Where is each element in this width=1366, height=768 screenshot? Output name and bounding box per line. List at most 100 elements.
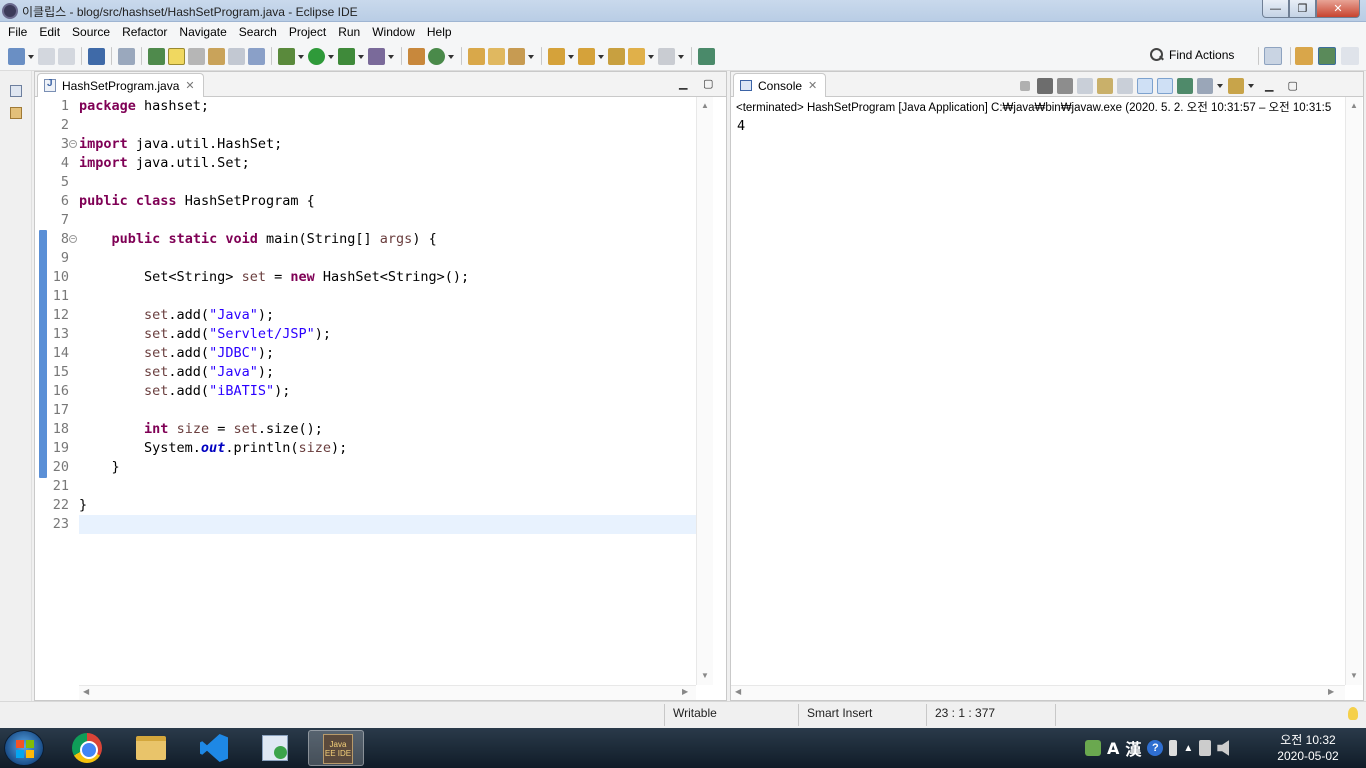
scroll-down-icon[interactable]: ▼: [701, 671, 709, 680]
code-editor[interactable]: 1 2 3−4 5 6 7 8−9 10 11 12 13 14 15 16 17 18 19 20 21 22 23 …: [35, 97, 726, 685]
code-line[interactable]: set.add("Servlet/JSP");: [79, 325, 331, 344]
debug-launch-icon[interactable]: [148, 47, 165, 65]
new-icon[interactable]: [8, 47, 25, 65]
open-console-icon[interactable]: [88, 47, 105, 65]
back-dropdown-icon[interactable]: [648, 48, 655, 65]
restore-icon[interactable]: [10, 85, 22, 97]
external-tools-icon[interactable]: [368, 47, 385, 65]
minimize-panel-icon[interactable]: ▁: [679, 77, 687, 90]
save-icon[interactable]: [38, 47, 55, 65]
search-dropdown-icon[interactable]: [528, 48, 535, 65]
code-line[interactable]: set.add("Java");: [79, 306, 274, 325]
show-whitespace-icon[interactable]: [228, 47, 245, 65]
debug-perspective-icon[interactable]: [1341, 47, 1359, 65]
code-line[interactable]: set.add("Java");: [79, 363, 274, 382]
ime-options-icon[interactable]: [1169, 740, 1178, 756]
remove-launch-icon[interactable]: [1037, 77, 1053, 94]
coverage-icon[interactable]: [338, 47, 355, 65]
remove-all-terminated-icon[interactable]: [1057, 77, 1073, 94]
code-line[interactable]: int size = set.size();: [79, 420, 323, 439]
open-perspective-icon[interactable]: [1264, 47, 1282, 65]
skip-breakpoints-icon[interactable]: [118, 47, 135, 65]
menu-window[interactable]: Window: [366, 25, 421, 39]
clear-console-icon[interactable]: [1077, 77, 1093, 94]
menu-search[interactable]: Search: [233, 25, 283, 39]
package-explorer-icon[interactable]: [10, 107, 22, 119]
code-line[interactable]: public static void main(String[] args) {: [79, 230, 437, 249]
minimize-button[interactable]: —: [1262, 0, 1289, 18]
show-on-stderr-icon[interactable]: [1157, 77, 1173, 94]
open-task-icon[interactable]: [488, 47, 505, 65]
toggle-mark-occurrences-icon[interactable]: [168, 47, 185, 65]
pin-console-icon[interactable]: [1177, 77, 1193, 94]
editor-vertical-scrollbar[interactable]: ▲ ▼: [696, 97, 713, 685]
display-console-dropdown-icon[interactable]: [1217, 77, 1224, 94]
show-hidden-icons-icon[interactable]: ▲: [1183, 743, 1193, 754]
lightbulb-icon[interactable]: [1348, 707, 1358, 720]
forward-icon[interactable]: [658, 47, 675, 65]
new-class-dropdown-icon[interactable]: [448, 48, 455, 65]
new-java-project-icon[interactable]: [408, 47, 425, 65]
volume-icon[interactable]: [1217, 740, 1230, 756]
code-line[interactable]: }: [79, 458, 120, 477]
block-selection-icon[interactable]: [208, 47, 225, 65]
word-wrap-icon[interactable]: [188, 47, 205, 65]
maximize-button[interactable]: ❐: [1289, 0, 1316, 18]
next-annotation-icon[interactable]: [548, 47, 565, 65]
menu-refactor[interactable]: Refactor: [116, 25, 173, 39]
find-actions-button[interactable]: Find Actions: [1150, 48, 1234, 62]
taskbar-app[interactable]: [246, 730, 302, 766]
menu-file[interactable]: File: [2, 25, 33, 39]
menu-run[interactable]: Run: [332, 25, 366, 39]
taskbar-vscode[interactable]: [184, 730, 240, 766]
close-console-tab-icon[interactable]: ✕: [808, 79, 817, 92]
menu-edit[interactable]: Edit: [33, 25, 66, 39]
help-icon[interactable]: ?: [1147, 740, 1164, 756]
open-console-arrow-icon[interactable]: [1248, 77, 1255, 94]
input-language-icon[interactable]: A: [1107, 739, 1119, 758]
taskbar-chrome[interactable]: [58, 730, 114, 766]
open-type-icon[interactable]: [468, 47, 485, 65]
source-code[interactable]: package hashset; import java.util.HashSet…: [79, 97, 696, 685]
maximize-console-icon[interactable]: ▢: [1287, 79, 1297, 92]
save-all-icon[interactable]: [58, 47, 75, 65]
network-map-icon[interactable]: [1085, 740, 1101, 756]
scroll-up-icon[interactable]: ▲: [1350, 101, 1358, 110]
scroll-left-icon[interactable]: ◀: [735, 687, 741, 696]
console-vertical-scrollbar[interactable]: ▲ ▼: [1345, 97, 1362, 685]
menu-source[interactable]: Source: [66, 25, 116, 39]
close-button[interactable]: ✕: [1316, 0, 1360, 18]
start-button[interactable]: [4, 730, 44, 766]
code-line[interactable]: set.add("JDBC");: [79, 344, 274, 363]
previous-annotation-dropdown-icon[interactable]: [598, 48, 605, 65]
code-line[interactable]: }: [79, 496, 87, 515]
terminate-icon[interactable]: [1020, 80, 1030, 91]
ime-mode-icon[interactable]: 漢: [1125, 736, 1141, 760]
code-line[interactable]: import java.util.HashSet;: [79, 135, 282, 154]
menu-project[interactable]: Project: [283, 25, 332, 39]
usb-device-icon[interactable]: [1199, 740, 1212, 756]
external-tools-dropdown-icon[interactable]: [388, 48, 395, 65]
console-horizontal-scrollbar[interactable]: ◀ ▶: [731, 685, 1345, 700]
taskbar-clock[interactable]: 오전 10:32 2020-05-02: [1268, 732, 1348, 764]
back-icon[interactable]: [628, 47, 645, 65]
pin-editor-icon[interactable]: [698, 47, 715, 65]
java-perspective-icon[interactable]: [1318, 47, 1336, 65]
code-line[interactable]: set.add("iBATIS");: [79, 382, 290, 401]
next-annotation-dropdown-icon[interactable]: [568, 48, 575, 65]
scroll-down-icon[interactable]: ▼: [1350, 671, 1358, 680]
minimize-console-icon[interactable]: ▁: [1265, 79, 1273, 92]
taskbar-eclipse[interactable]: Java EE IDE: [308, 730, 364, 766]
pilcrow-icon[interactable]: [248, 47, 265, 65]
search-tool-icon[interactable]: [508, 47, 525, 65]
forward-dropdown-icon[interactable]: [678, 48, 685, 65]
run-icon[interactable]: [308, 47, 325, 65]
coverage-dropdown-icon[interactable]: [358, 48, 365, 65]
menu-help[interactable]: Help: [421, 25, 458, 39]
tab-hashsetprogram-java[interactable]: HashSetProgram.java ✕: [37, 73, 204, 97]
code-line[interactable]: System.out.println(size);: [79, 439, 347, 458]
console-output[interactable]: 4: [737, 118, 745, 134]
code-line[interactable]: import java.util.Set;: [79, 154, 250, 173]
code-line[interactable]: public class HashSetProgram {: [79, 192, 315, 211]
scroll-left-icon[interactable]: ◀: [83, 687, 89, 696]
